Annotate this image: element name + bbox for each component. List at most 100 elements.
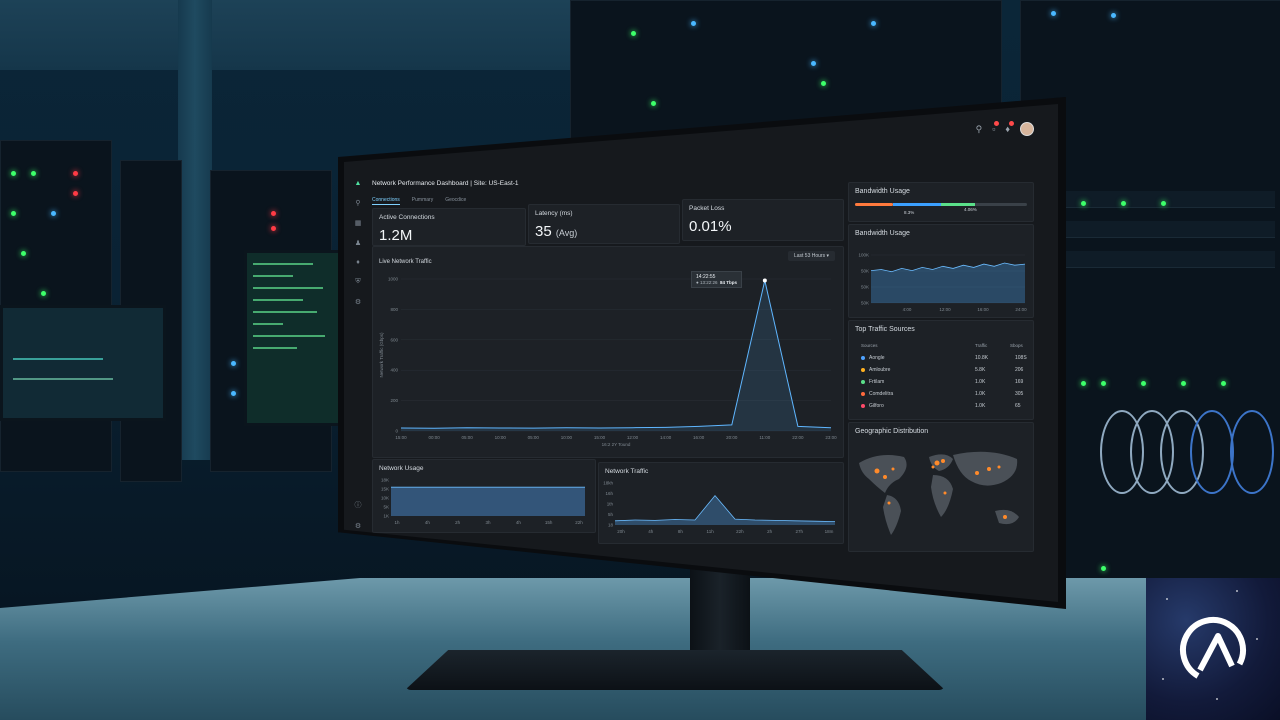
x-tick-label: 22h [575,520,583,525]
table-row[interactable]: Aongle 10.8K 108S [855,355,1027,366]
y-tick-label: 0 [395,429,398,434]
x-tick-label: 4:00 [903,307,912,312]
x-tick-label: 15h [545,520,553,525]
x-tick-label: 10:00 [561,435,573,440]
source-color-dot [861,391,865,396]
bell-icon[interactable]: ♦ [1005,121,1014,134]
source-name: Aongle [861,355,885,361]
x-tick-label: 2h [455,520,461,525]
x-tick-label: 1h [394,520,400,525]
logo-icon[interactable]: ▲ [355,180,362,187]
bandwidth-marker-a: 8.3% [904,210,915,215]
gear-icon[interactable]: ⚙ [355,522,361,530]
x-tick-label: 10:00 [495,435,507,440]
panel-title: Bandwidth Usage [855,188,910,195]
tab-connections[interactable]: Connections [372,197,400,205]
y-tick-label: 18K [381,478,389,483]
x-tick-label: 18m [825,529,834,534]
source-sbops: 108S [1015,355,1027,361]
x-tick-label: 27h [796,529,804,534]
tab-summary[interactable]: Pummary [412,197,433,205]
y-tick-label: 10K [381,496,389,501]
source-traffic: 10.8K [975,355,989,361]
users-icon[interactable]: ♟ [355,239,361,247]
sidebar: ▲ ⚲ ▦ ♟ ♦ ⛨ ⚙ ⓘ ⚙ [350,180,366,530]
x-tick-label: 12:00 [939,307,951,312]
tab-bar: Connections Pummary Geocdice [372,197,466,205]
bell-icon[interactable]: ♦ [356,259,360,266]
y-axis-label: Network Traffic (Gbps) [379,332,384,377]
y-tick-label: 200 [390,398,398,403]
kpi-label: Latency (ms) [535,210,573,217]
x-tick-label: 00:00 [428,435,440,440]
x-tick-label: 05:00 [462,435,474,440]
help-icon[interactable]: ⓘ [355,500,362,510]
y-tick-label: 18kh [603,481,613,486]
source-traffic: 5.8K [975,367,986,373]
avatar[interactable] [1020,122,1034,136]
table-header: Sources Traffic Sbops [861,343,1023,348]
y-tick-label: 50K [861,301,869,306]
x-tick-label: 3h [485,520,491,525]
y-tick-label: 800 [390,307,398,312]
y-tick-label: 50K [861,269,869,274]
kpi-value: 1.2M [379,227,413,244]
y-tick-label: 1th [607,502,614,507]
logo-mark-icon [1180,617,1246,683]
brand-logo [1146,578,1280,720]
network-cable [1230,410,1274,494]
kpi-label: Active Connections [379,214,435,221]
table-row[interactable]: Frtilam 1.0K 169 [855,379,1027,390]
message-icon[interactable]: ▫ [992,121,1000,134]
x-tick-label: 20:00 [726,435,738,440]
source-color-dot [861,367,865,372]
table-row[interactable]: Comdelitra 1.0K 305 [855,391,1027,402]
source-sbops: 169 [1015,379,1024,385]
kpi-active-connections[interactable]: Active Connections 1.2M [372,208,526,246]
search-icon[interactable]: ⚲ [976,124,983,135]
kpi-label: Packet Loss [689,205,725,212]
source-name: Comdelitra [861,391,893,397]
tab-geo[interactable]: Geocdice [445,197,466,205]
x-tick-label: 4h [648,529,654,534]
background-monitor-code [244,250,346,426]
shield-icon[interactable]: ⛨ [355,278,360,286]
x-tick-label: 4h [516,520,522,525]
source-sbops: 65 [1015,403,1021,409]
live-traffic-panel: Live Network Traffic Last 53 Hours ▾ 100… [372,246,844,458]
grid-icon[interactable]: ▦ [355,219,362,227]
y-tick-label: 50K [861,285,869,290]
pillar [178,0,212,460]
source-traffic: 1.0K [975,391,986,397]
source-sbops: 206 [1015,367,1024,373]
x-tick-label: 2h [767,529,773,534]
kpi-latency[interactable]: Latency (ms) 35 (Avg) [528,204,680,244]
panel-title: Top Traffic Sources [855,326,915,333]
table-row[interactable]: Gilforo 1.0K 65 [855,403,1027,414]
traffic-area [401,280,831,431]
source-traffic: 1.0K [975,379,986,385]
usage-area [391,487,585,516]
kpi-value: 35 (Avg) [535,223,578,240]
search-icon[interactable]: ⚲ [355,199,360,207]
source-name: Frtilam [861,379,884,385]
x-tick-label: 22:00 [792,435,804,440]
monitor-stand [690,560,750,660]
y-tick-label: 100K [858,253,869,258]
bandwidth-area [871,263,1025,303]
x-axis-label: 16:2 2Y Tound [602,442,631,447]
monitor-base [405,650,945,690]
settings-icon[interactable]: ⚙ [355,298,361,306]
x-tick-label: 8h [678,529,684,534]
x-tick-label: 11h [707,529,715,534]
network-traffic-panel: Network Traffic 18kh 16h 1th 5h 18 20h 4h 8h 11h… [598,462,844,544]
x-tick-label: 05:00 [528,435,540,440]
table-row[interactable]: Amloubre 5.8K 206 [855,367,1027,378]
x-tick-label: 16:00 [977,307,989,312]
x-tick-label: 16:00 [693,435,705,440]
kpi-value: 0.01% [689,218,732,235]
x-tick-label: 15:00 [395,435,407,440]
kpi-packet-loss[interactable]: Packet Loss 0.01% [682,199,844,241]
top-icon-bar: ⚲ ▫ ♦ [976,121,1034,136]
x-tick-label: 11:00 [759,435,770,440]
